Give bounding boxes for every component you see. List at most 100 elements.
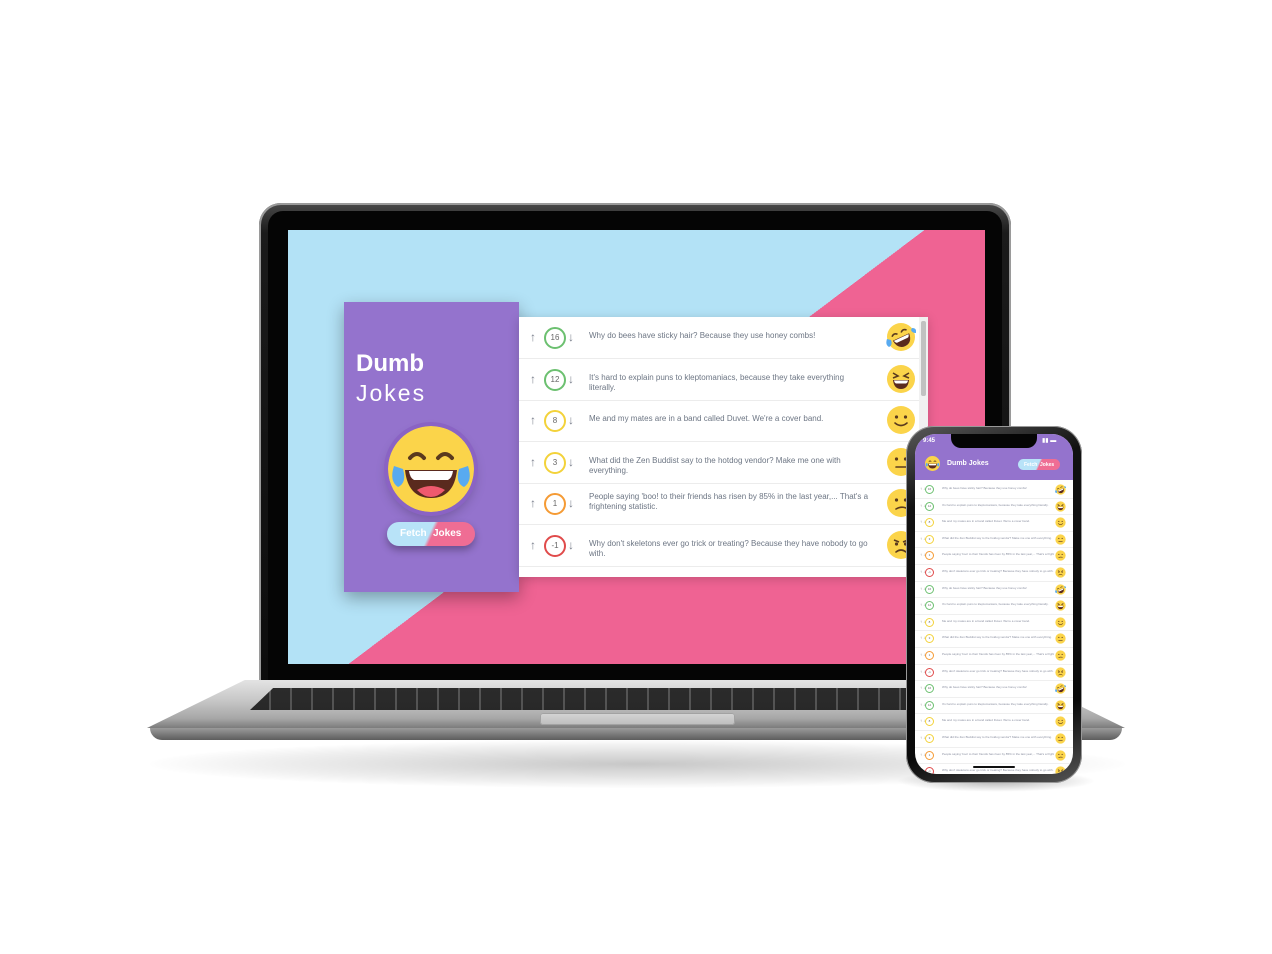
mobile-joke-row: ↑ ↓ 12 It's hard to explain puns to klepto… — [915, 698, 1073, 715]
joke-row: ↑ 1 ↓ People saying 'boo! to their friends … — [519, 483, 919, 525]
mobile-joke-row: ↑ ↓ -1 Why don't skeletons ever go trick o… — [915, 665, 1073, 682]
joke-row: ↑ -1 ↓ Why don't skeletons ever go trick or… — [519, 525, 919, 567]
vote-count: 3 — [925, 534, 934, 544]
smile-emoji-icon — [1055, 517, 1066, 528]
rofl-emoji-icon — [1055, 484, 1066, 495]
fetch-button-label-part1: Fetch — [1024, 462, 1038, 468]
vote-count: 1 — [925, 750, 934, 760]
neutral-emoji-icon — [1055, 733, 1066, 744]
neutral-emoji-icon — [1055, 633, 1066, 644]
joke-text: It's hard to explain puns to kleptomania… — [942, 603, 1049, 607]
joke-text: People saying 'boo! to their friends has… — [589, 492, 869, 511]
rofl-emoji-icon — [886, 323, 916, 351]
joke-text: It's hard to explain puns to kleptomania… — [942, 503, 1049, 507]
angry-emoji-icon — [1055, 666, 1066, 678]
fetch-button-label-part2: Jokes — [433, 528, 462, 539]
vote-count: 8 — [925, 518, 934, 528]
vote-count: -1 — [925, 567, 934, 577]
joke-text: Why don't skeletons ever go trick or tre… — [942, 569, 1054, 573]
downvote-arrow-icon[interactable]: ↓ — [568, 496, 574, 510]
mobile-joke-row: ↑ ↓ 8 Me and my mates are in a band called… — [915, 615, 1073, 632]
smile-emoji-icon — [1055, 617, 1066, 628]
vote-count: 3 — [544, 451, 566, 474]
fetch-jokes-button[interactable]: Fetch Jokes — [387, 522, 475, 546]
home-indicator[interactable] — [973, 766, 1015, 768]
mobile-joke-row: ↑ ↓ 16 Why do bees have sticky hair? Becau… — [915, 582, 1073, 599]
downvote-arrow-icon[interactable]: ↓ — [568, 455, 574, 469]
joke-text: Why do bees have sticky hair? Because th… — [589, 331, 816, 340]
confused-emoji-icon — [1055, 650, 1066, 661]
phone-notch — [951, 434, 1037, 448]
joke-text: It's hard to explain puns to kleptomania… — [942, 702, 1049, 706]
brand-card: Dumb Jokes Fetch Jokes — [344, 302, 519, 592]
laptop-screen: Dumb Jokes Fetch Jokes ↑ 16 ↓ Why do bees h… — [288, 230, 985, 664]
mobile-joke-list: ↑ ↓ 16 Why do bees have sticky hair? Becau… — [915, 482, 1073, 774]
joke-text: Why do bees have sticky hair? Because th… — [942, 487, 1027, 490]
vote-count: 12 — [925, 601, 934, 611]
laughing-emoji-icon — [1055, 700, 1066, 711]
upvote-arrow-icon[interactable]: ↑ — [530, 496, 536, 510]
joke-text: Why do bees have sticky hair? Because th… — [942, 686, 1027, 690]
laughing-emoji-icon — [1055, 600, 1066, 611]
joke-text: Me and my mates are in a band called Duv… — [942, 719, 1030, 723]
downvote-arrow-icon[interactable]: ↓ — [568, 330, 574, 344]
joke-text: Me and my mates are in a band called Duv… — [942, 520, 1030, 524]
mobile-joke-row: ↑ ↓ 12 It's hard to explain puns to klepto… — [915, 499, 1073, 516]
app-title-jokes: Jokes — [356, 380, 427, 406]
vote-count: 8 — [544, 410, 566, 432]
joke-text: Why don't skeletons ever go trick or tre… — [589, 538, 868, 558]
upvote-arrow-icon[interactable]: ↑ — [530, 413, 536, 427]
vote-count: 16 — [925, 584, 934, 594]
joke-text: What did the Zen Buddist say to the hotd… — [942, 735, 1052, 739]
battery-wifi-icon: ▮▮ ▬ — [1042, 438, 1057, 444]
upvote-arrow-icon[interactable]: ↑ — [530, 330, 536, 344]
scrollbar-thumb[interactable] — [921, 321, 926, 396]
upvote-arrow-icon[interactable]: ↑ — [530, 538, 536, 552]
vote-count: -1 — [544, 534, 566, 557]
upvote-arrow-icon[interactable]: ↑ — [530, 455, 536, 469]
joke-list: ↑ 16 ↓ Why do bees have sticky hair? Becaus… — [519, 317, 928, 577]
smile-emoji-icon — [1055, 716, 1066, 727]
confused-emoji-icon — [1055, 550, 1066, 562]
app-title-dumb: Dumb — [356, 350, 424, 377]
mobile-joke-row: ↑ ↓ 12 It's hard to explain puns to klepto… — [915, 598, 1073, 615]
joke-text: Why don't skeletons ever go trick or tre… — [942, 669, 1054, 673]
laughing-emoji-icon — [1055, 500, 1066, 512]
vote-count: 12 — [544, 368, 566, 391]
mobile-joke-row: ↑ ↓ 8 Me and my mates are in a band called… — [915, 714, 1073, 731]
joke-text: Why do bees have sticky hair? Because th… — [942, 586, 1027, 590]
mobile-joke-row: ↑ ↓ 1 People saying 'boo! to their friends… — [915, 648, 1073, 665]
rofl-emoji-icon — [1055, 583, 1066, 595]
downvote-arrow-icon[interactable]: ↓ — [568, 413, 574, 427]
laughing-tears-emoji-icon — [388, 426, 474, 512]
mobile-joke-row: ↑ ↓ -1 Why don't skeletons ever go trick o… — [915, 565, 1073, 582]
vote-count: -1 — [925, 767, 934, 774]
downvote-arrow-icon[interactable]: ↓ — [568, 538, 574, 552]
mobile-joke-row: ↑ ↓ 3 What did the Zen Buddist say to the … — [915, 731, 1073, 748]
joke-text: What did the Zen Buddist say to the hotd… — [942, 636, 1052, 640]
joke-text: What did the Zen Buddist say to the hotd… — [589, 455, 841, 475]
laptop-keyboard — [250, 688, 1020, 710]
joke-text: It's hard to explain puns to kleptomania… — [589, 372, 845, 392]
downvote-arrow-icon[interactable]: ↓ — [568, 372, 574, 386]
mobile-joke-row: ↑ ↓ 16 Why do bees have sticky hair? Becau… — [915, 681, 1073, 698]
smile-emoji-icon — [887, 406, 915, 434]
angry-emoji-icon — [1055, 567, 1066, 578]
joke-text: People saying 'boo! to their friends has… — [942, 752, 1054, 756]
joke-text: Why don't skeletons ever go trick or tre… — [942, 769, 1054, 773]
mobile-joke-row: ↑ ↓ 1 People saying 'boo! to their friends… — [915, 548, 1073, 565]
vote-count: 1 — [925, 650, 934, 660]
status-time: 9:45 — [923, 438, 936, 444]
vote-count: 16 — [925, 485, 934, 494]
vote-count: 16 — [925, 684, 934, 694]
laughing-tears-emoji-icon — [925, 456, 940, 471]
vote-count: 3 — [925, 634, 934, 644]
mobile-fetch-jokes-button[interactable]: Fetch Jokes — [1018, 459, 1060, 470]
vote-count: 8 — [925, 617, 934, 627]
vote-count: 1 — [925, 551, 934, 561]
mobile-joke-row: ↑ ↓ 8 Me and my mates are in a band called… — [915, 515, 1073, 532]
fetch-button-label-part1: Fetch — [400, 528, 427, 539]
angry-emoji-icon — [1055, 766, 1066, 774]
upvote-arrow-icon[interactable]: ↑ — [530, 372, 536, 386]
joke-row: ↑ 16 ↓ Why do bees have sticky hair? Becaus… — [519, 317, 919, 359]
